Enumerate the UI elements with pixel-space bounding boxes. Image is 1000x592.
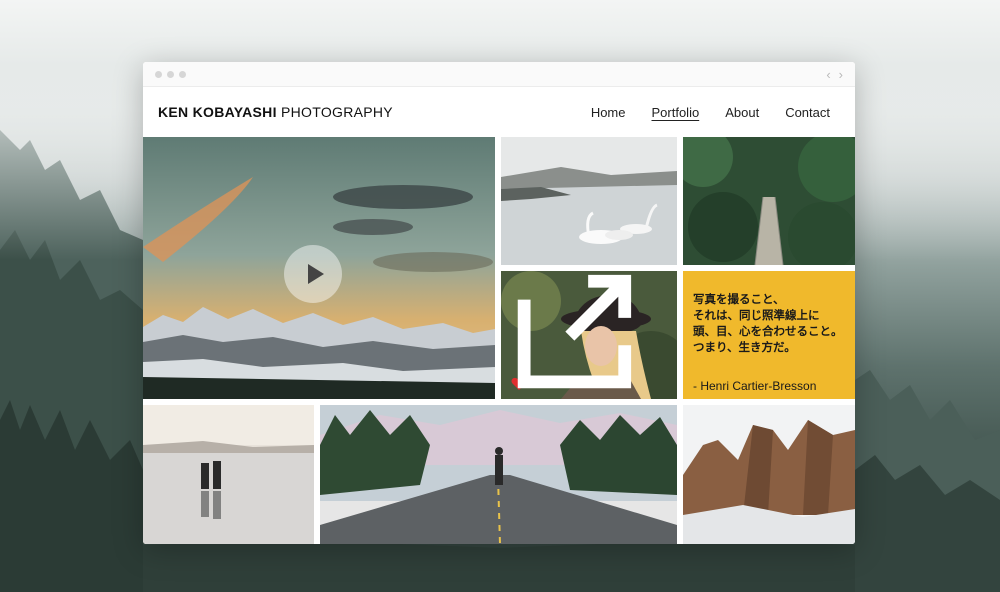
window-dot-maximize[interactable] — [179, 70, 186, 78]
window-controls — [155, 70, 186, 78]
forest-bridge-image — [683, 137, 855, 265]
rock-peaks-image — [683, 405, 855, 544]
back-arrow-icon[interactable]: ‹ — [826, 68, 830, 81]
window-dot-minimize[interactable] — [167, 70, 174, 78]
beach-couple-image — [143, 405, 314, 544]
brand-tagline: PHOTOGRAPHY — [281, 104, 393, 120]
window-dot-close[interactable] — [155, 70, 162, 78]
tile-mountain-video[interactable] — [143, 137, 495, 399]
play-button[interactable] — [284, 245, 342, 303]
play-icon — [307, 264, 324, 284]
browser-window: ‹ › KEN KOBAYASHI PHOTOGRAPHY Home Portf… — [143, 62, 855, 544]
share-icon[interactable] — [501, 271, 667, 391]
nav-about[interactable]: About — [725, 105, 759, 120]
browser-chrome: ‹ › — [143, 62, 855, 87]
tile-beach-couple[interactable] — [143, 405, 314, 544]
quote-text: 写真を撮ること、 それは、同じ照準線上に 頭、目、心を合わせること。 つまり、生… — [693, 292, 843, 354]
tile-bridge[interactable] — [683, 137, 855, 265]
nav-home[interactable]: Home — [591, 105, 626, 120]
nav-portfolio[interactable]: Portfolio — [652, 105, 700, 120]
site-header: KEN KOBAYASHI PHOTOGRAPHY Home Portfolio… — [143, 87, 855, 137]
tile-portrait[interactable]: 34 — [501, 271, 677, 399]
quote-card: 写真を撮ること、 それは、同じ照準線上に 頭、目、心を合わせること。 つまり、生… — [683, 271, 855, 399]
brand-name: KEN KOBAYASHI — [158, 104, 277, 120]
nav-contact[interactable]: Contact — [785, 105, 830, 120]
road-skater-image — [320, 405, 677, 544]
main-nav: Home Portfolio About Contact — [591, 105, 830, 120]
tile-road[interactable] — [320, 405, 677, 544]
tile-swans[interactable] — [501, 137, 677, 265]
browser-nav-arrows: ‹ › — [826, 68, 843, 81]
quote-author: - Henri Cartier-Bresson — [693, 379, 817, 393]
portfolio-grid: 34 写真を撮ること、 それは、同じ照準線上に 頭、目、心を合わせること。 つま… — [143, 137, 855, 544]
swans-lake-image — [501, 137, 677, 265]
forward-arrow-icon[interactable]: › — [839, 68, 843, 81]
tile-rocks[interactable] — [683, 405, 855, 544]
site-logo[interactable]: KEN KOBAYASHI PHOTOGRAPHY — [158, 104, 393, 120]
